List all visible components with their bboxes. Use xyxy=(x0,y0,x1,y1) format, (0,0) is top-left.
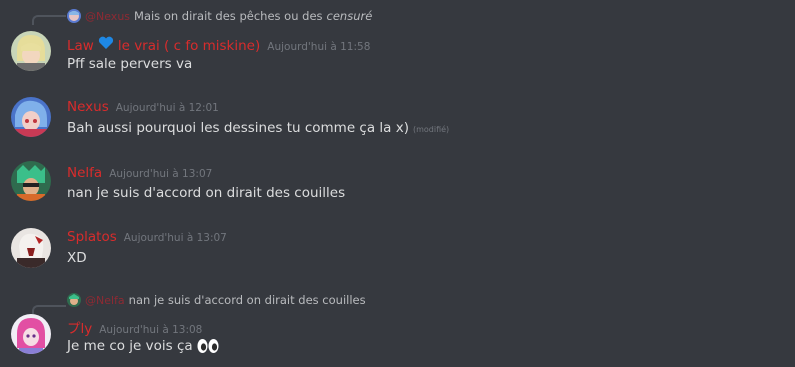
username[interactable]: プly xyxy=(67,317,92,337)
reply-username[interactable]: @Nelfa xyxy=(85,294,125,307)
reply-text[interactable]: Mais on dirait des pêches ou des xyxy=(134,9,323,23)
avatar[interactable] xyxy=(11,97,51,137)
reply-text[interactable]: nan je suis d'accord on dirait des couil… xyxy=(129,293,366,307)
message-header: Law le vrai ( c fo miskine) Aujourd'hui … xyxy=(67,35,370,54)
avatar[interactable] xyxy=(11,161,51,201)
reply-username[interactable]: @Nexus xyxy=(85,10,130,23)
edited-label: (modifié) xyxy=(412,125,450,134)
reply-avatar[interactable] xyxy=(67,9,81,23)
message-text: Pff sale pervers va xyxy=(67,56,193,72)
message-header: プly Aujourd'hui à 13:08 xyxy=(67,317,202,337)
username[interactable]: Law xyxy=(67,38,94,54)
reply-connector xyxy=(32,305,66,315)
timestamp: Aujourd'hui à 13:08 xyxy=(99,324,203,336)
message-text: XD xyxy=(67,250,87,266)
message-body: Bah aussi pourquoi les dessines tu comme… xyxy=(67,120,409,136)
message-body: Je me co je vois ça xyxy=(67,338,193,354)
message-header: Nelfa Aujourd'hui à 13:07 xyxy=(67,165,212,181)
username[interactable]: Nelfa xyxy=(67,165,102,181)
reply-avatar[interactable] xyxy=(67,293,81,307)
reply-preview[interactable]: @Nexus Mais on dirait des pêches ou des … xyxy=(67,9,372,23)
message-text: Bah aussi pourquoi les dessines tu comme… xyxy=(67,120,449,136)
avatar[interactable] xyxy=(11,31,51,71)
message-header: Nexus Aujourd'hui à 12:01 xyxy=(67,99,219,115)
timestamp: Aujourd'hui à 13:07 xyxy=(109,168,213,180)
blue-heart-icon xyxy=(98,35,114,54)
message-text: Je me co je vois ça xyxy=(67,338,219,354)
username-suffix[interactable]: le vrai ( c fo miskine) xyxy=(118,38,260,54)
reply-preview[interactable]: @Nelfa nan je suis d'accord on dirait de… xyxy=(67,293,366,307)
message-text: nan je suis d'accord on dirait des couil… xyxy=(67,185,346,201)
eyes-emoji-icon xyxy=(197,338,219,354)
username[interactable]: Splatos xyxy=(67,229,117,245)
timestamp: Aujourd'hui à 13:07 xyxy=(123,232,227,244)
reply-connector xyxy=(32,15,66,25)
reply-text-italic[interactable]: censuré xyxy=(327,9,373,23)
username[interactable]: Nexus xyxy=(67,99,109,115)
avatar[interactable] xyxy=(11,228,51,268)
avatar[interactable] xyxy=(11,314,51,354)
timestamp: Aujourd'hui à 11:58 xyxy=(267,41,371,53)
message-header: Splatos Aujourd'hui à 13:07 xyxy=(67,229,227,245)
timestamp: Aujourd'hui à 12:01 xyxy=(115,102,219,114)
